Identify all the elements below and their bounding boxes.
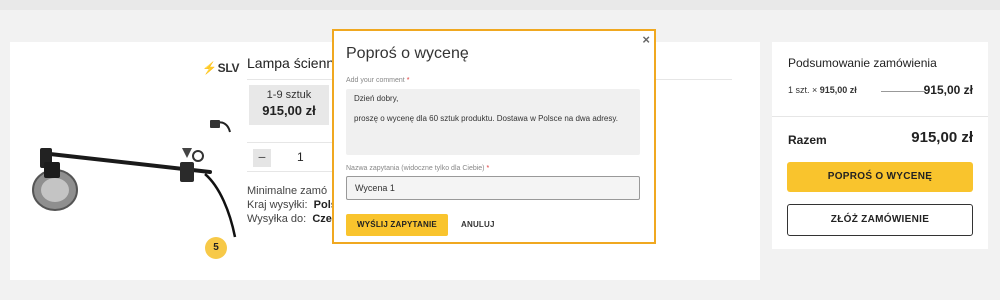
send-request-button[interactable]: WYŚLIJ ZAPYTANIE bbox=[346, 214, 448, 236]
quantity-stepper: − 1 bbox=[247, 142, 332, 172]
quantity-value[interactable]: 1 bbox=[297, 150, 304, 164]
brand-mark-icon: ⚡ bbox=[202, 61, 217, 75]
request-quote-modal: × Poproś o wycenę Add your comment * Dzi… bbox=[332, 29, 656, 244]
total-value: 915,00 zł bbox=[911, 129, 973, 146]
brand-name: SLV bbox=[217, 61, 240, 75]
name-label-text: Nazwa zapytania (widoczne tylko dla Cieb… bbox=[346, 165, 485, 172]
wall-lamp-illustration bbox=[32, 120, 237, 238]
name-label: Nazwa zapytania (widoczne tylko dla Cieb… bbox=[346, 165, 489, 172]
rating-badge: 5 bbox=[205, 237, 227, 259]
min-order-label: Minimalne zamó bbox=[247, 185, 328, 197]
country-line: Kraj wysyłki: Pols bbox=[247, 198, 338, 212]
line-amount: 915,00 zł bbox=[923, 83, 973, 97]
comment-line: proszę o wycenę dla 60 sztuk produktu. D… bbox=[354, 114, 618, 123]
line-qty-price: 1 szt. × 915,00 zł bbox=[788, 85, 857, 95]
price-tier-range: 1-9 sztuk bbox=[266, 89, 312, 101]
summary-line-item: 1 szt. × 915,00 zł 915,00 zł bbox=[788, 83, 973, 97]
cancel-button[interactable]: ANULUJ bbox=[461, 214, 495, 236]
min-order-line: Minimalne zamó bbox=[247, 184, 338, 198]
line-unit-price: 915,00 zł bbox=[819, 85, 857, 95]
comment-line: Dzień dobry, bbox=[354, 94, 399, 103]
required-mark: * bbox=[406, 77, 410, 84]
request-quote-button[interactable]: POPROŚ O WYCENĘ bbox=[787, 162, 973, 192]
price-tier-value: 915,00 zł bbox=[262, 103, 316, 118]
comment-textarea[interactable]: Dzień dobry, proszę o wycenę dla 60 sztu… bbox=[346, 89, 640, 155]
divider bbox=[772, 116, 988, 117]
modal-title: Poproś o wycenę bbox=[346, 45, 469, 62]
quote-name-input[interactable]: Wycena 1 bbox=[346, 176, 640, 200]
line-dash bbox=[881, 91, 925, 92]
product-title: Lampa ścienn bbox=[247, 55, 335, 71]
country-label: Kraj wysyłki: bbox=[247, 199, 308, 211]
order-summary-card: Podsumowanie zamówienia 1 szt. × 915,00 … bbox=[772, 42, 988, 249]
line-qty: 1 szt. bbox=[788, 85, 810, 95]
brand-logo: ⚡SLV bbox=[202, 61, 240, 75]
total-label: Razem bbox=[788, 133, 827, 147]
product-image bbox=[30, 62, 240, 262]
summary-title: Podsumowanie zamówienia bbox=[788, 56, 937, 70]
product-info: Minimalne zamó Kraj wysyłki: Pols Wysyłk… bbox=[247, 184, 338, 226]
place-order-button[interactable]: ZŁÓŻ ZAMÓWIENIE bbox=[787, 204, 973, 236]
shipping-line: Wysyłka do: Czec bbox=[247, 212, 338, 226]
comment-label: Add your comment * bbox=[346, 77, 409, 84]
close-icon[interactable]: × bbox=[642, 32, 650, 47]
top-bar bbox=[0, 0, 1000, 10]
comment-label-text: Add your comment bbox=[346, 77, 405, 84]
required-mark: * bbox=[486, 165, 490, 172]
price-tier-box[interactable]: 1-9 sztuk 915,00 zł bbox=[249, 85, 329, 125]
shipping-label: Wysyłka do: bbox=[247, 213, 307, 225]
quantity-decrease-button[interactable]: − bbox=[253, 149, 271, 167]
